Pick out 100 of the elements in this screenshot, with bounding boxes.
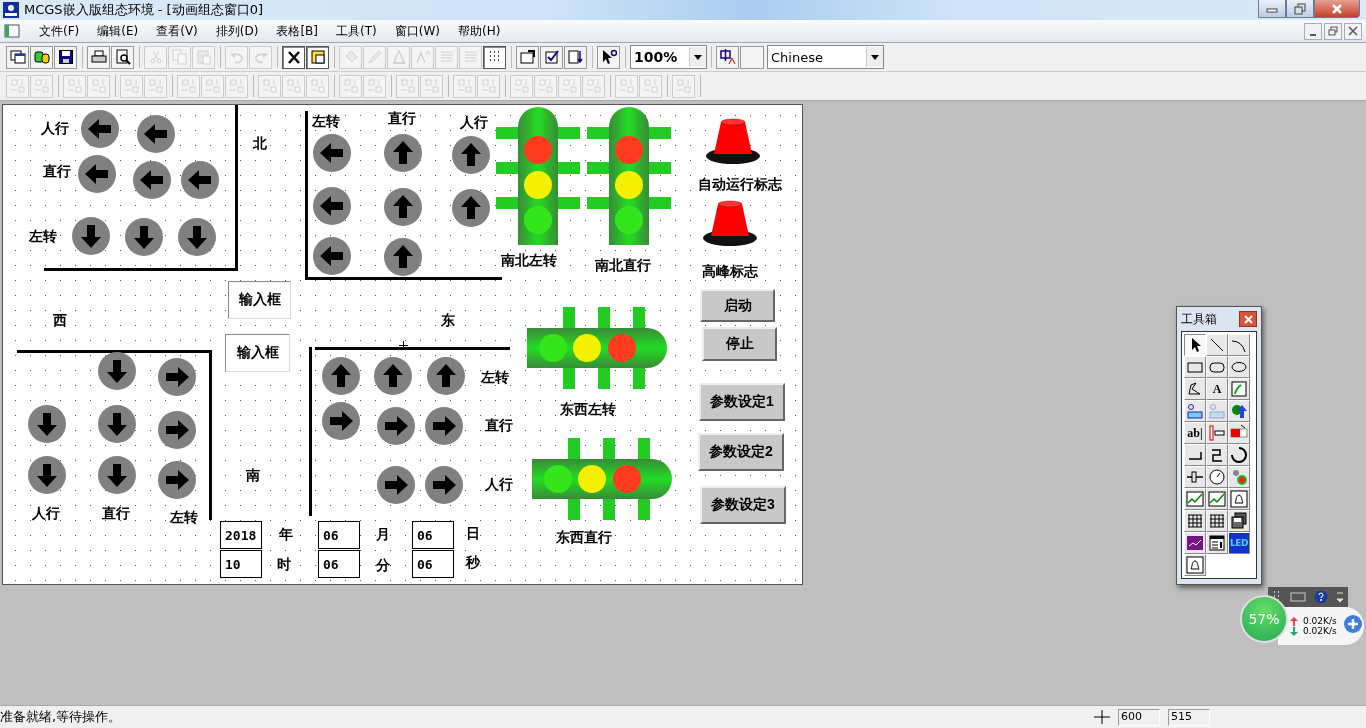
toolbar-button[interactable]	[282, 45, 305, 69]
up-arrow-icon	[1290, 616, 1298, 626]
menu-item[interactable]: 编辑(E)	[88, 22, 148, 40]
date-field[interactable]: 06	[412, 550, 454, 578]
date-unit-label: 时	[277, 556, 291, 574]
tool-button[interactable]: ab|	[1184, 422, 1206, 444]
input-field[interactable]: 输入框	[228, 281, 291, 319]
arrow-indicator-icon	[383, 133, 423, 173]
arrow-indicator-icon	[77, 154, 117, 194]
menu-item[interactable]: 查看(V)	[147, 22, 207, 40]
toolbar-button[interactable]	[6, 45, 29, 69]
canvas-button[interactable]: 停止	[702, 327, 777, 361]
toolbar-button[interactable]	[716, 45, 739, 69]
indicator-lamp	[703, 116, 763, 166]
zoom-dropdown[interactable]: 100%	[630, 45, 707, 69]
restore-button[interactable]	[1324, 22, 1342, 40]
close-button[interactable]	[1239, 311, 1257, 327]
menu-item[interactable]: 文件(F)	[30, 22, 89, 40]
arrow-indicator-icon	[97, 351, 137, 391]
align-icon	[180, 78, 197, 94]
floppy-icon	[1230, 512, 1248, 530]
canvas-label: 人行	[460, 114, 488, 132]
arrow-indicator-icon	[97, 404, 137, 444]
toolbar-button[interactable]	[111, 45, 134, 69]
grid-icon	[1208, 512, 1226, 530]
ring-icon	[1230, 446, 1248, 464]
arrow-indicator-icon	[383, 187, 423, 227]
arrow-indicator-icon	[132, 160, 172, 200]
light-caption: 东西左转	[560, 401, 616, 419]
date-field[interactable]: 06	[412, 521, 454, 549]
arrow-indicator-icon	[383, 237, 423, 277]
toolbar-button[interactable]	[516, 45, 539, 69]
canvas-button[interactable]: 参数设定1	[699, 383, 785, 421]
date-field[interactable]: 06	[318, 521, 360, 549]
canvas-label: 直行	[102, 505, 130, 523]
restore-icon	[1328, 26, 1338, 36]
arrow-indicator-icon	[312, 186, 352, 226]
restore-button[interactable]	[1286, 0, 1314, 18]
arrow-icon	[1230, 402, 1248, 420]
canvas-label: 直行	[43, 163, 71, 181]
toolbar-button[interactable]	[306, 45, 329, 69]
close-icon	[1348, 26, 1358, 36]
canvas-label: 直行	[485, 417, 513, 435]
minimize-button[interactable]	[1258, 0, 1286, 18]
toolbar-button[interactable]	[54, 45, 77, 69]
keyboard-icon	[1290, 592, 1306, 602]
canvas-button[interactable]: 启动	[700, 289, 775, 322]
align-icon	[309, 78, 326, 94]
canvas-label: 左转	[29, 228, 57, 246]
arrow-indicator-icon	[321, 401, 361, 441]
arrow-indicator-icon	[376, 406, 416, 446]
input-field[interactable]: 输入框	[225, 334, 290, 372]
toolbar-button[interactable]	[564, 45, 587, 69]
copy-icon	[171, 49, 188, 65]
plant-picture-icon	[1230, 380, 1248, 398]
menu-item[interactable]: 工具(T)	[327, 22, 386, 40]
date-field[interactable]: 06	[318, 550, 360, 578]
tool-button[interactable]	[1184, 334, 1206, 356]
date-unit-label: 分	[376, 557, 390, 575]
plus-icon	[1348, 619, 1358, 629]
indicator-caption: 高峰标志	[702, 263, 758, 281]
toolbar-button[interactable]	[30, 45, 53, 69]
menu-item[interactable]: 表格[B]	[267, 22, 327, 40]
toolbar-button[interactable]	[483, 45, 506, 69]
canvas-label: 人行	[41, 120, 69, 138]
close-button[interactable]	[1314, 0, 1360, 18]
toolbar-button[interactable]	[540, 45, 563, 69]
date-field[interactable]: 10	[220, 550, 262, 578]
light-caption: 南北直行	[595, 257, 651, 275]
align-icon	[423, 78, 440, 94]
y-coordinate: 515	[1168, 708, 1210, 726]
magnifier-icon	[114, 49, 131, 65]
arrow-indicator-icon	[157, 460, 197, 500]
menu-item[interactable]: 排列(D)	[206, 22, 268, 40]
align-icon	[366, 78, 383, 94]
keyboard-icon	[1208, 402, 1226, 420]
date-unit-label: 日	[466, 525, 480, 543]
language-icon	[719, 49, 736, 65]
close-button[interactable]	[1344, 22, 1362, 40]
tool-button[interactable]: LED	[1228, 532, 1250, 554]
align-icon	[204, 78, 221, 94]
minimize-button[interactable]	[1304, 22, 1322, 40]
menu-item[interactable]: 窗口(W)	[385, 22, 449, 40]
language-dropdown[interactable]: Chinese	[767, 45, 884, 69]
arrow-indicator-icon	[376, 465, 416, 505]
database-icon	[33, 49, 50, 65]
menu-item[interactable]: 帮助(H)	[448, 22, 510, 40]
crosshair-icon	[399, 341, 408, 350]
date-field[interactable]: 2018	[220, 521, 262, 549]
canvas-label: 南	[246, 467, 260, 485]
align-icon	[456, 78, 473, 94]
canvas-button[interactable]: 参数设定2	[698, 433, 784, 471]
pen-icon	[366, 49, 383, 65]
align-icon	[33, 78, 50, 94]
toolbar-button[interactable]	[87, 45, 110, 69]
align-icon	[537, 78, 554, 94]
toolbar-button[interactable]	[597, 45, 620, 69]
canvas-button[interactable]: 参数设定3	[700, 486, 786, 524]
tool-button[interactable]: A	[1206, 378, 1228, 400]
arrow-indicator-icon	[424, 406, 464, 446]
